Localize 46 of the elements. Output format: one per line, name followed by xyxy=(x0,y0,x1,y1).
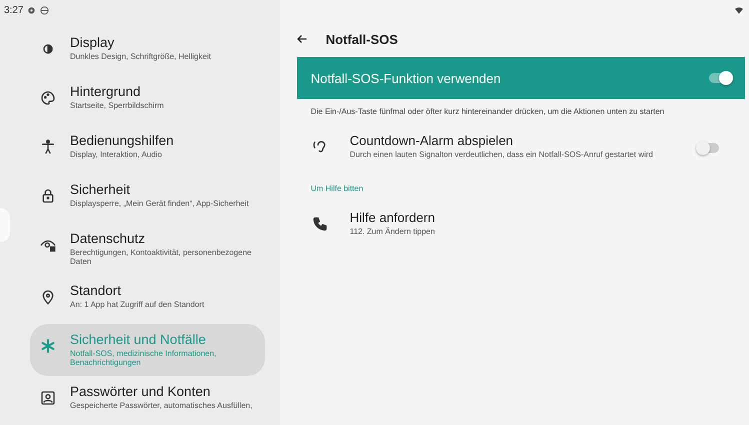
item-title: Sicherheit und Notfälle xyxy=(70,332,207,347)
settings-menu-item[interactable]: Hintergrund Startseite, Sperrbildschirm xyxy=(30,76,265,125)
setting-title[interactable]: Countdown-Alarm abspielen xyxy=(350,133,653,148)
item-subtitle: An: 1 App hat Zugriff auf den Standort xyxy=(70,300,204,310)
item-title: Hintergrund xyxy=(70,84,142,99)
item-title: Datenschutz xyxy=(70,230,146,246)
ear-icon xyxy=(312,139,328,155)
lock-icon xyxy=(40,188,56,204)
settings-menu-item[interactable]: Standort An: 1 App hat Zugriff auf den Standort xyxy=(30,274,265,324)
settings-menu-item[interactable]: Bedienungshilfen Display, Interaktion, Audio xyxy=(30,124,265,174)
settings-menu-item[interactable]: Passwörter und Konten Gespeicherte Passwörter, automatisches Ausfüllen, xyxy=(30,376,265,425)
section-header: Um Hilfe bitten xyxy=(310,182,364,193)
setting-subtitle: 112. Zum Ändern tippen xyxy=(350,226,435,236)
toggle-switch[interactable] xyxy=(709,73,731,83)
item-subtitle: Gespeicherte Passwörter, automatisches Ausfüllen, xyxy=(70,401,252,411)
location-pin-icon xyxy=(40,288,56,305)
item-subtitle: Startseite, Sperrbildschirm xyxy=(70,100,164,110)
globe-icon xyxy=(40,6,50,15)
back-button[interactable] xyxy=(296,33,308,45)
item-title: Passwörter und Konten xyxy=(70,384,212,399)
item-subtitle: Notfall-SOS, medizinische Informationen, Benachrichtigungen xyxy=(70,348,218,368)
palette-icon xyxy=(40,90,56,106)
item-subtitle: Displaysperre, „Mein Gerät finden“, App-Sicherheit xyxy=(70,198,249,208)
phone-icon xyxy=(312,216,328,232)
main-switch-label: Notfall-SOS-Funktion verwenden xyxy=(310,70,501,86)
item-title: Bedienungshilfen xyxy=(70,132,174,148)
gear-icon xyxy=(27,6,36,15)
setting-subtitle: Durch einen lauten Signalton verdeutlichen, dass ein Notfall-SOS-Anruf gestartet wird xyxy=(350,150,653,160)
item-title: Sicherheit xyxy=(70,182,132,197)
item-subtitle: Berechtigungen, Kontoaktivität, personenbezogene Daten xyxy=(70,248,252,267)
accessibility-icon xyxy=(40,138,56,155)
settings-menu-item[interactable]: Datenschutz Berechtigungen, Kontoaktivität, personenbezogene Daten xyxy=(30,222,265,275)
item-title: Standort xyxy=(70,282,122,298)
asterisk-icon xyxy=(40,338,56,354)
account-box-icon xyxy=(40,390,56,406)
toggle-switch[interactable] xyxy=(697,143,719,153)
settings-menu-item[interactable]: Sicherheit Displaysperre, „Mein Gerät finden“, App-Sicherheit xyxy=(30,174,265,223)
item-subtitle: Display, Interaktion, Audio xyxy=(70,150,163,160)
page-title: Notfall-SOS xyxy=(326,32,398,46)
description-text: Die Ein-/Aus-Taste fünfmal oder öfter kurz hintereinander drücken, um die Aktionen unten zu starten xyxy=(310,106,666,116)
settings-menu-item[interactable]: Display Dunkles Design, Schriftgröße, Helligkeit xyxy=(30,26,265,76)
item-title: Display xyxy=(70,34,116,50)
item-subtitle: Dunkles Design, Schriftgröße, Helligkeit xyxy=(70,52,211,62)
setting-title[interactable]: Hilfe anfordern xyxy=(350,210,435,225)
wifi-icon xyxy=(735,7,743,14)
status-time: 3:27 xyxy=(4,4,24,16)
